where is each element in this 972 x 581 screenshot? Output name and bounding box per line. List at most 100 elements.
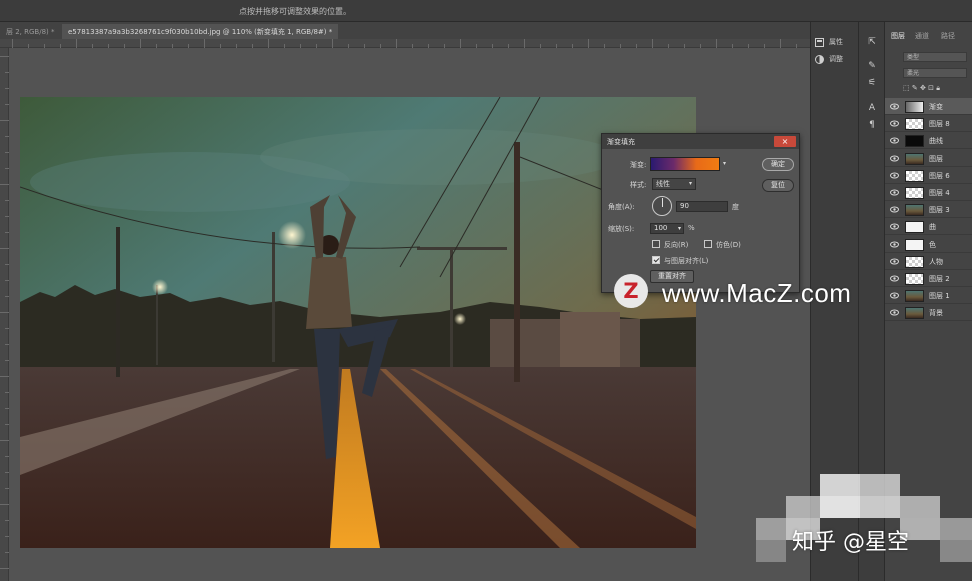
layer-row[interactable]: 曲 [885,218,972,236]
document-tab-bar: 层 2, RGB/8) * e57813387a9a3b3268761c9f03… [0,22,810,39]
ok-button[interactable]: 确定 [762,158,794,171]
site-logo: Z [614,274,648,308]
scale-input-value: 100 [654,224,668,232]
visibility-eye-icon[interactable] [890,205,899,214]
style-label: 样式: [630,181,647,189]
layer-row[interactable]: 图层 1 [885,287,972,305]
visibility-eye-icon[interactable] [890,119,899,128]
layer-row[interactable]: 渐变 [885,98,972,115]
lock-move-icon[interactable]: ✥ [920,84,926,92]
dock-adjustments[interactable]: 调整 [815,54,855,68]
ruler-tick [0,440,9,441]
style-select[interactable]: 线性 ▾ [652,178,696,190]
ruler-tick [5,216,9,217]
layer-name: 曲 [929,223,936,232]
lock-all-icon[interactable]: 🔒︎ [936,84,940,92]
close-icon[interactable]: × [774,136,796,147]
tab-layers[interactable]: 图层 [891,31,905,41]
layer-row[interactable]: 色 [885,236,972,253]
ruler-tick [5,136,9,137]
brush-settings-icon[interactable]: ⚟ [866,77,878,89]
ruler-tick [5,280,9,281]
gradient-label: 渐变: [630,161,647,169]
visibility-eye-icon[interactable] [890,136,899,145]
history-icon[interactable]: ⇱ [866,36,878,48]
ruler-tick [0,312,9,313]
lock-pixels-icon[interactable]: ⬚ [903,84,910,92]
ruler-tick [0,56,9,57]
visibility-eye-icon[interactable] [890,291,899,300]
ruler-tick [5,152,9,153]
tab-previous-document[interactable]: 层 2, RGB/8) * [0,24,61,39]
scale-input[interactable]: 100 ▾ [650,223,684,234]
document-canvas-image[interactable] [20,97,696,548]
layer-row[interactable]: 图层 8 [885,115,972,133]
layer-row[interactable]: 人物 [885,253,972,270]
scale-unit: % [688,224,695,232]
ruler-tick [0,504,9,505]
gradient-picker-arrow-icon[interactable]: ▾ [723,160,726,167]
layer-row[interactable]: 图层 2 [885,270,972,287]
tab-channels[interactable]: 通道 [915,31,929,41]
layer-row[interactable]: 图层 4 [885,184,972,201]
ruler-tick [5,88,9,89]
layer-name: 图层 8 [929,120,950,129]
visibility-eye-icon[interactable] [890,240,899,249]
layer-name: 曲线 [929,137,943,146]
align-with-layer-checkbox[interactable] [652,256,660,264]
angle-input[interactable]: 90 [676,201,728,212]
visibility-eye-icon[interactable] [890,308,899,317]
angle-input-value: 90 [680,202,689,210]
tab-paths[interactable]: 路径 [941,31,955,41]
layer-row[interactable]: 背景 [885,304,972,322]
character-icon[interactable]: A [866,102,878,114]
ruler-tick [780,39,781,48]
layer-thumbnail [905,273,924,285]
layer-thumbnail [905,169,924,182]
layer-row[interactable]: 图层 3 [885,201,972,219]
zhihu-watermark: 知乎 @星空 [792,530,909,555]
ruler-tick [5,392,9,393]
reverse-checkbox[interactable] [652,240,660,248]
dock-properties-label: 属性 [829,38,843,46]
visibility-eye-icon[interactable] [890,171,899,180]
tab-active-document[interactable]: e57813387a9a3b3268761c9f030b10bd.jpg @ 1… [62,24,339,39]
gradient-swatch[interactable] [650,157,720,171]
ruler-tick [5,536,9,537]
ruler-tick [524,39,525,48]
visibility-eye-icon[interactable] [890,102,899,111]
ruler-tick [588,39,589,48]
adjustments-icon [815,54,824,64]
lock-paint-icon[interactable]: ✎ [912,84,918,92]
layer-row[interactable]: 曲线 [885,132,972,150]
layer-name: 色 [929,240,936,249]
layer-filter-kind[interactable]: 类型 [903,52,967,62]
gradient-fill-dialog: 渐变填充 × 渐变: ▾ 样式: 线性 ▾ 角度(A): 90 度 缩放(S): … [601,133,800,293]
layer-thumbnail [905,221,924,234]
ruler-tick [0,568,9,569]
paragraph-icon[interactable]: ¶ [866,119,878,131]
brush-icon[interactable]: ✎ [866,60,878,72]
angle-label: 角度(A): [608,203,635,211]
dither-checkbox[interactable] [704,240,712,248]
dock-properties[interactable]: 属性 [815,37,855,51]
visibility-eye-icon[interactable] [890,257,899,266]
visibility-eye-icon[interactable] [890,188,899,197]
ruler-tick [5,552,9,553]
blend-mode-select[interactable]: 柔光 [903,68,967,78]
ruler-tick [0,184,9,185]
ruler-tick [76,39,77,48]
layer-row[interactable]: 图层 6 [885,167,972,184]
reset-button[interactable]: 复位 [762,179,794,192]
lock-artboard-icon[interactable]: ⊡ [928,84,934,92]
layer-thumbnail [905,118,924,131]
ruler-tick [5,232,9,233]
visibility-eye-icon[interactable] [890,274,899,283]
layer-thumbnail [905,187,924,199]
visibility-eye-icon[interactable] [890,222,899,231]
angle-dial[interactable] [652,196,672,216]
layer-row[interactable]: 图层 [885,150,972,167]
ruler-tick [0,120,9,121]
visibility-eye-icon[interactable] [890,154,899,163]
ruler-tick [5,168,9,169]
